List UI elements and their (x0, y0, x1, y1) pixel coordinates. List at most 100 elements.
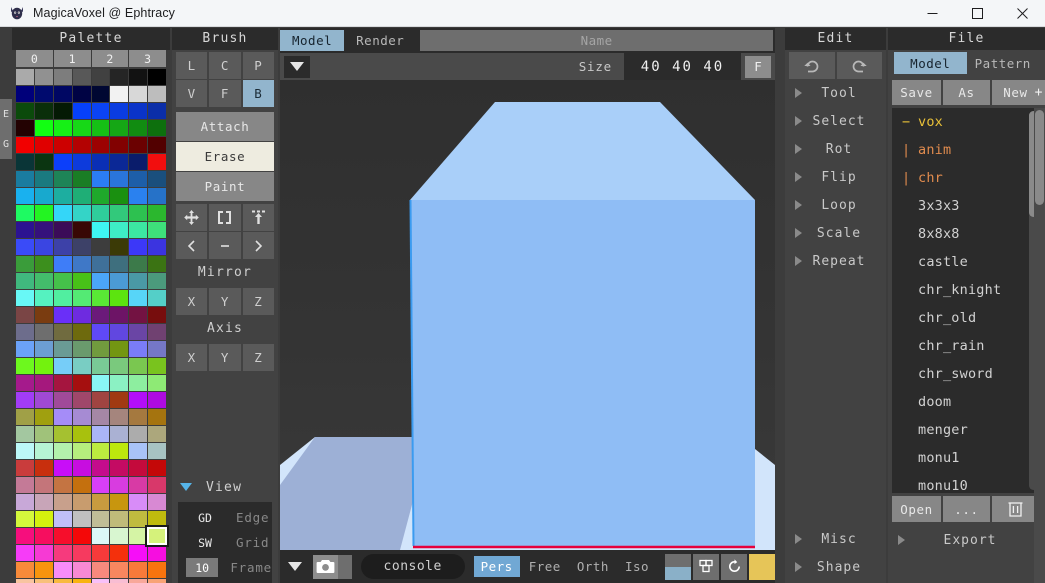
palette-swatch[interactable] (110, 545, 129, 561)
file-list-item[interactable]: | chr (892, 164, 1041, 192)
next-icon[interactable] (242, 232, 274, 259)
palette-swatch[interactable] (34, 222, 53, 238)
palette-swatch[interactable] (34, 409, 53, 425)
palette-swatch[interactable] (16, 103, 34, 119)
palette-swatch[interactable] (110, 256, 129, 272)
palette-swatch[interactable] (148, 494, 166, 510)
palette-swatch[interactable] (34, 341, 53, 357)
palette-swatch[interactable] (148, 171, 166, 187)
palette-swatch[interactable] (34, 137, 53, 153)
3d-viewport[interactable] (280, 80, 775, 550)
palette-swatch[interactable] (16, 205, 34, 221)
palette-swatch[interactable] (148, 188, 166, 204)
undo-button[interactable] (789, 52, 835, 79)
palette-swatch[interactable] (53, 205, 72, 221)
delete-button[interactable] (992, 496, 1039, 522)
palette-swatch[interactable] (53, 188, 72, 204)
palette-swatch[interactable] (148, 154, 166, 170)
axis-z-button[interactable]: Z (242, 344, 274, 371)
edge-tab-g[interactable]: G (0, 129, 12, 159)
palette-swatch[interactable] (110, 137, 129, 153)
file-tab-model[interactable]: Model (894, 52, 967, 74)
file-list-item[interactable]: monu1 (892, 444, 1041, 472)
palette-swatch[interactable] (72, 69, 91, 85)
palette-swatch[interactable] (72, 545, 91, 561)
palette-swatch[interactable] (34, 103, 53, 119)
palette-swatch[interactable] (72, 358, 91, 374)
screenshot-button[interactable] (312, 554, 339, 579)
palette-swatch[interactable] (148, 205, 166, 221)
palette-swatch[interactable] (53, 103, 72, 119)
file-list-item[interactable]: doom (892, 388, 1041, 416)
palette-swatch[interactable] (72, 341, 91, 357)
palette-swatch[interactable] (72, 154, 91, 170)
palette-swatch[interactable] (110, 307, 129, 323)
palette-swatch[interactable] (53, 511, 72, 527)
palette-swatch[interactable] (148, 375, 166, 391)
palette-swatch[interactable] (34, 273, 53, 289)
palette-swatch[interactable] (72, 511, 91, 527)
palette-swatch[interactable] (148, 511, 166, 527)
fit-button[interactable]: F (745, 55, 771, 78)
edit-section-scale[interactable]: Scale (785, 219, 886, 247)
palette-swatch[interactable] (91, 375, 110, 391)
palette-swatch[interactable] (16, 392, 34, 408)
palette-swatch[interactable] (148, 120, 166, 136)
palette-swatch[interactable] (110, 324, 129, 340)
view-row-edge[interactable]: GD Edge (178, 505, 272, 530)
palette-swatch[interactable] (16, 324, 34, 340)
palette-swatch[interactable] (72, 103, 91, 119)
palette-swatch[interactable] (72, 443, 91, 459)
palette-swatch[interactable] (16, 511, 34, 527)
palette-swatch[interactable] (16, 239, 34, 255)
palette-swatch[interactable] (16, 154, 34, 170)
palette-swatch[interactable] (53, 358, 72, 374)
palette-swatch[interactable] (34, 324, 53, 340)
palette-swatch[interactable] (53, 239, 72, 255)
palette-swatch[interactable] (110, 86, 129, 102)
palette-swatch[interactable] (110, 443, 129, 459)
axis-x-button[interactable]: X (176, 344, 208, 371)
palette-swatch[interactable] (148, 341, 166, 357)
palette-swatch[interactable] (129, 409, 148, 425)
palette-swatch[interactable] (148, 426, 166, 442)
palette-swatch[interactable] (53, 443, 72, 459)
model-name-input[interactable]: Name (420, 30, 773, 51)
palette-swatch[interactable] (16, 273, 34, 289)
file-list-item[interactable]: menger (892, 416, 1041, 444)
palette-swatch[interactable] (53, 477, 72, 493)
palette-swatch[interactable] (91, 188, 110, 204)
palette-swatch[interactable] (34, 86, 53, 102)
palette-swatch[interactable] (129, 443, 148, 459)
palette-swatch[interactable] (91, 103, 110, 119)
palette-swatch[interactable] (72, 188, 91, 204)
palette-swatch[interactable] (34, 120, 53, 136)
edit-section-rot[interactable]: Rot (785, 135, 886, 163)
palette-swatch[interactable] (110, 460, 129, 476)
palette-swatch[interactable] (148, 562, 166, 578)
file-list-item[interactable]: − vox (892, 108, 1041, 136)
view-key-sw[interactable]: SW (186, 533, 224, 552)
palette-swatch[interactable] (53, 307, 72, 323)
palette-swatch[interactable] (91, 494, 110, 510)
palette-swatch[interactable] (110, 409, 129, 425)
palette-swatch[interactable] (110, 511, 129, 527)
palette-swatch[interactable] (53, 256, 72, 272)
palette-swatch[interactable] (34, 154, 53, 170)
palette-swatch[interactable] (34, 562, 53, 578)
palette-swatch[interactable] (16, 375, 34, 391)
palette-swatch[interactable] (148, 222, 166, 238)
export-section[interactable]: Export (888, 526, 1045, 554)
file-save-button[interactable]: Save (892, 80, 941, 105)
palette-swatch[interactable] (34, 545, 53, 561)
palette-swatch[interactable] (91, 120, 110, 136)
palette-swatch[interactable] (129, 528, 148, 544)
palette-swatch[interactable] (91, 460, 110, 476)
palette-swatch[interactable] (91, 443, 110, 459)
palette-swatch[interactable] (129, 511, 148, 527)
palette-swatch[interactable] (91, 358, 110, 374)
palette-swatch[interactable] (110, 290, 129, 306)
palette-swatch[interactable] (129, 205, 148, 221)
palette-swatch[interactable] (53, 290, 72, 306)
palette-swatch[interactable] (129, 341, 148, 357)
